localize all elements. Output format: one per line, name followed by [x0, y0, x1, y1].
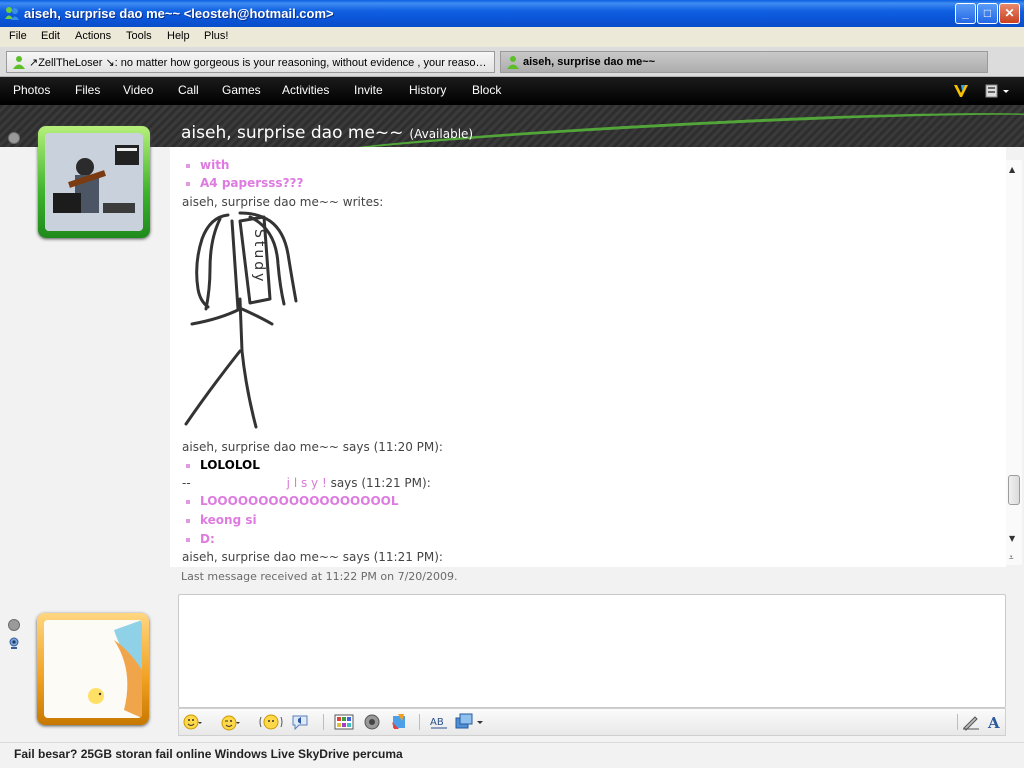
action-toolbar: Photos Files Video Call Games Activities…	[0, 77, 1024, 105]
toolbar-separator	[419, 714, 420, 730]
buddy-online-icon	[13, 56, 25, 69]
scroll-down-arrow-icon[interactable]: ▼	[1009, 534, 1015, 543]
says-header: aiseh, surprise dao me~~ says (11:20 PM)…	[182, 440, 443, 454]
contact-name-text: aiseh, surprise dao me~~	[181, 123, 404, 143]
toolbar-video[interactable]: Video	[123, 83, 153, 97]
toolbar-photos[interactable]: Photos	[13, 83, 50, 97]
message-text: keong si	[200, 513, 257, 527]
message-text: with	[200, 158, 230, 172]
menu-bar: File Edit Actions Tools Help Plus!	[0, 27, 1024, 47]
toolbar-files[interactable]: Files	[75, 83, 100, 97]
says-header: aiseh, surprise dao me~~ says (11:21 PM)…	[182, 550, 443, 564]
last-message-status: Last message received at 11:22 PM on 7/2…	[181, 570, 458, 583]
toolbar-separator	[323, 714, 324, 730]
menu-file[interactable]: File	[9, 30, 27, 42]
window-title: aiseh, surprise dao me~~ <leosteh@hotmai…	[24, 6, 334, 21]
tab-aiseh[interactable]: aiseh, surprise dao me~~	[500, 51, 988, 73]
spell-check-icon[interactable]: AB	[429, 713, 449, 731]
collapse-icon[interactable]	[8, 619, 20, 631]
toolbar-activities[interactable]: Activities	[282, 83, 329, 97]
message-bullet	[186, 182, 190, 186]
menu-tools[interactable]: Tools	[126, 30, 152, 42]
toolbar-invite[interactable]: Invite	[354, 83, 383, 97]
toolbar-history[interactable]: History	[409, 83, 446, 97]
formatting-toolbar: AB A	[178, 708, 1006, 736]
send-photo-icon[interactable]	[455, 713, 485, 731]
collapse-icon[interactable]	[8, 132, 20, 144]
toolbar-separator	[957, 714, 958, 730]
svg-text:AB: AB	[430, 717, 444, 728]
says-header: -- j l s y ! says (11:21 PM):	[182, 476, 431, 490]
menu-plus[interactable]: Plus!	[204, 30, 228, 42]
message-text: A4 papersss???	[200, 176, 304, 190]
message-bullet	[186, 500, 190, 504]
message-text: LOOOOOOOOOOOOOOOOOOL	[200, 494, 399, 508]
maximize-button[interactable]: □	[977, 3, 998, 24]
contact-header: aiseh, surprise dao me~~ (Available)	[0, 105, 1024, 147]
messenger-window: aiseh, surprise dao me~~ <leosteh@hotmai…	[0, 0, 1024, 768]
message-bullet	[186, 519, 190, 523]
sender-name: j l s y !	[286, 476, 327, 490]
title-bar[interactable]: aiseh, surprise dao me~~ <leosteh@hotmai…	[0, 0, 1024, 27]
close-button[interactable]: ✕	[999, 3, 1020, 24]
handwriting-ink-drawing: Study	[184, 211, 298, 429]
sound-icon[interactable]	[363, 713, 383, 731]
menu-edit[interactable]: Edit	[41, 30, 60, 42]
svg-text:A: A	[987, 714, 1000, 731]
my-avatar[interactable]	[37, 613, 149, 725]
violinist-picture	[45, 133, 143, 231]
conversation-scrollbar[interactable]: ▲ ▼ ⩡	[1006, 160, 1022, 565]
illustration-picture	[44, 620, 142, 718]
contact-avatar-picture	[45, 133, 143, 231]
background-icon[interactable]	[334, 713, 354, 731]
minimize-button[interactable]: _	[955, 3, 976, 24]
footer-bar: Fail besar? 25GB storan fail online Wind…	[0, 742, 1024, 768]
scroll-to-end-icon[interactable]: ⩡	[1009, 553, 1014, 563]
plus-v-icon[interactable]	[952, 82, 970, 100]
toolbar-block[interactable]: Block	[472, 83, 501, 97]
wink-animation-icon[interactable]	[390, 713, 410, 731]
message-bullet	[186, 464, 190, 468]
wink-icon[interactable]	[221, 713, 241, 731]
message-text: D:	[200, 532, 215, 546]
message-input[interactable]	[178, 594, 1006, 708]
toolbar-games[interactable]: Games	[222, 83, 261, 97]
font-icon[interactable]: A	[985, 713, 1005, 731]
contact-avatar[interactable]	[38, 126, 150, 238]
conversation-history[interactable]: with A4 papersss??? aiseh, surprise dao …	[170, 147, 1006, 567]
contact-display-name: aiseh, surprise dao me~~ (Available)	[181, 123, 473, 143]
webcam-icon[interactable]	[8, 637, 20, 649]
conversation-tabs: ↗ZellTheLoser ↘: no matter how gorgeous …	[0, 47, 1024, 77]
buddy-online-icon	[507, 56, 519, 69]
tab-label: ↗ZellTheLoser ↘: no matter how gorgeous …	[29, 57, 490, 69]
scroll-thumb[interactable]	[1008, 475, 1020, 505]
says-prefix: --	[182, 476, 191, 490]
tab-label: aiseh, surprise dao me~~	[523, 56, 656, 68]
nudge-icon[interactable]	[259, 713, 283, 731]
menu-dropdown-icon[interactable]	[985, 83, 1011, 99]
scroll-up-arrow-icon[interactable]: ▲	[1009, 165, 1015, 174]
handwriting-icon[interactable]	[961, 713, 981, 731]
toolbar-call[interactable]: Call	[178, 83, 199, 97]
emoticon-icon[interactable]	[183, 713, 203, 731]
messenger-icon	[5, 7, 19, 20]
menu-actions[interactable]: Actions	[75, 30, 111, 42]
writes-header: aiseh, surprise dao me~~ writes:	[182, 195, 384, 209]
message-text: LOLOLOL	[200, 458, 260, 472]
my-avatar-picture	[44, 620, 142, 718]
ink-text: Study	[251, 229, 267, 284]
contact-status: (Available)	[409, 127, 474, 141]
skydrive-ad-link[interactable]: Fail besar? 25GB storan fail online Wind…	[14, 747, 403, 761]
menu-help[interactable]: Help	[167, 30, 190, 42]
voice-clip-icon[interactable]	[291, 713, 311, 731]
message-bullet	[186, 164, 190, 168]
says-suffix: says (11:21 PM):	[326, 476, 431, 490]
message-bullet	[186, 538, 190, 542]
tab-zelltheloser[interactable]: ↗ZellTheLoser ↘: no matter how gorgeous …	[6, 51, 495, 73]
